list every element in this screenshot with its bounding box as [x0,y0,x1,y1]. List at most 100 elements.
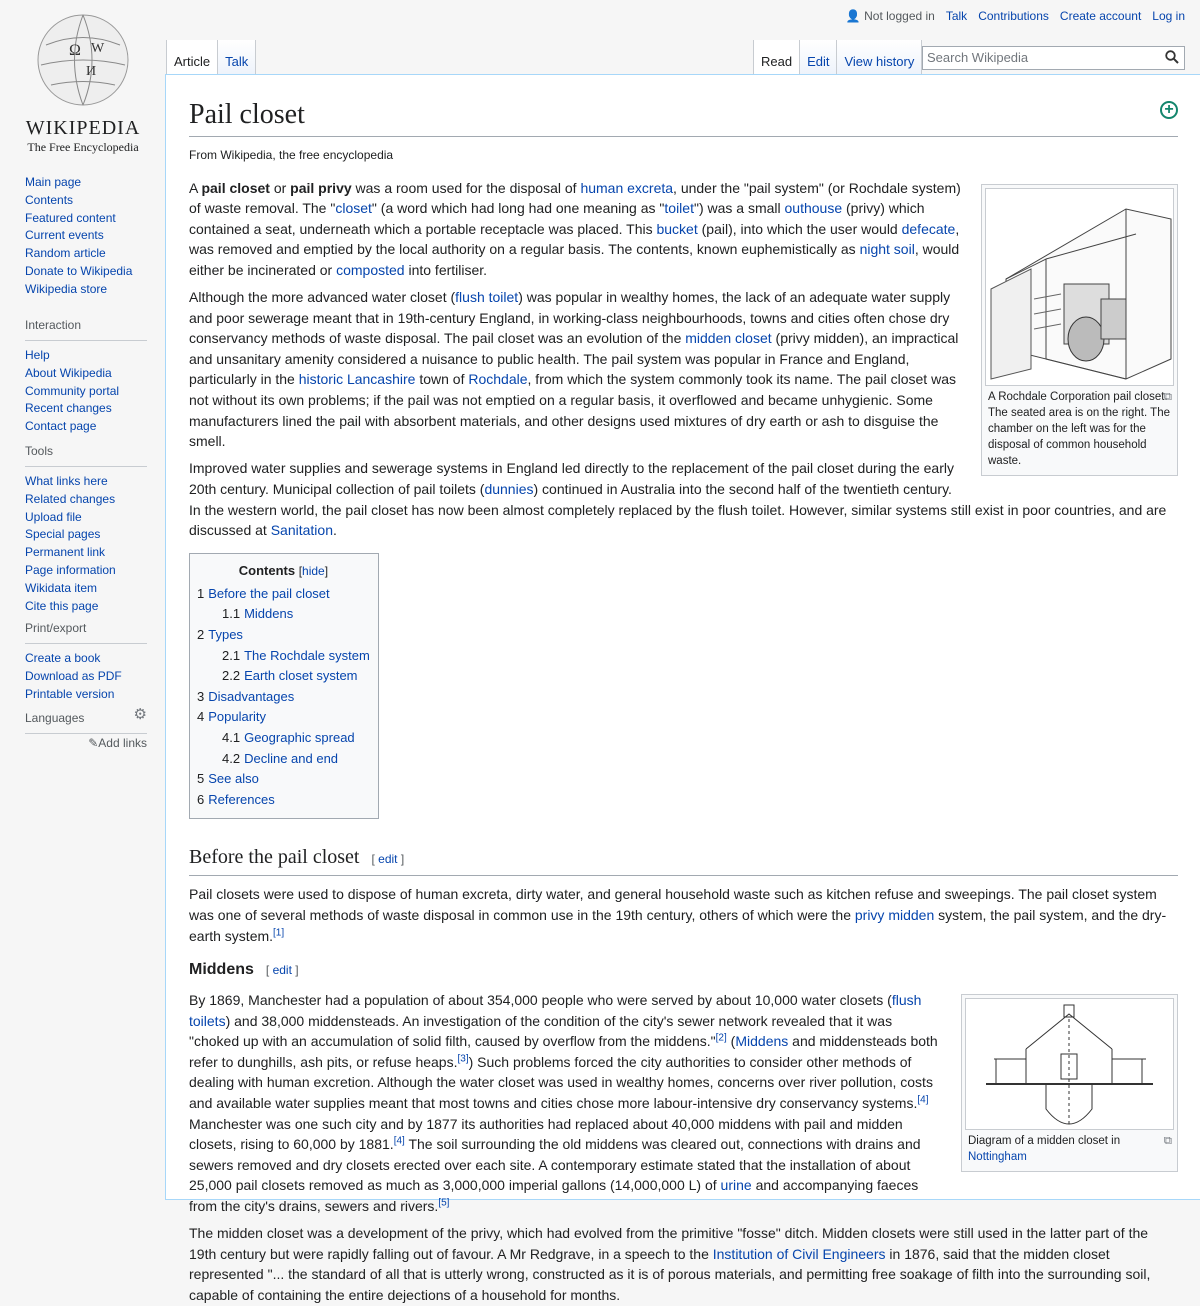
sidebar-item-printable-version[interactable]: Printable version [25,686,147,704]
toc-link[interactable]: Popularity [208,709,266,724]
toc-item-geographic-spread[interactable]: 4.1 Geographic spread [197,728,370,749]
toc-link[interactable]: Decline and end [244,751,338,766]
toc-item-the-rochdale-system[interactable]: 2.1 The Rochdale system [197,646,370,667]
toc-item-decline-and-end[interactable]: 4.2 Decline and end [197,749,370,770]
reference-2[interactable]: [2] [716,1033,727,1044]
link-human-excreta[interactable]: human excreta [580,180,673,196]
toc-link[interactable]: The Rochdale system [244,648,370,663]
toc-item-before-the-pail-closet[interactable]: 1 Before the pail closet [197,584,370,605]
tab-article[interactable]: Article [166,40,219,74]
sidebar-item-donate-to-wikipedia[interactable]: Donate to Wikipedia [25,263,147,281]
enlarge-icon[interactable]: ⧉ [1164,1133,1172,1149]
sidebar-item-wikipedia-store[interactable]: Wikipedia store [25,281,147,299]
toc-link[interactable]: Middens [244,606,293,621]
sidebar-item-cite-this-page[interactable]: Cite this page [25,598,147,616]
sidebar-item-about-wikipedia[interactable]: About Wikipedia [25,365,147,383]
edit-section-link[interactable]: edit [273,963,292,977]
sidebar-item-wikidata-item[interactable]: Wikidata item [25,580,147,598]
toc-item-references[interactable]: 6 References [197,790,370,811]
link-midden-closet[interactable]: midden closet [685,330,771,346]
reference-1[interactable]: [1] [273,927,284,938]
reference-4[interactable]: [4] [917,1094,928,1105]
sidebar-item-special-pages[interactable]: Special pages [25,526,147,544]
link-night-soil[interactable]: night soil [860,241,915,257]
text: was a room used for the disposal of [351,179,581,196]
search-input[interactable]: Search Wikipedia [922,46,1185,70]
midden-closet-diagram[interactable] [965,998,1174,1131]
link-flush-toilet[interactable]: flush toilet [455,289,518,305]
contributions-link[interactable]: Contributions [978,9,1049,23]
search-placeholder: Search Wikipedia [927,50,1029,65]
toc-hide-link[interactable]: hide [302,564,325,578]
toc-link[interactable]: See also [208,771,259,786]
tab-edit[interactable]: Edit [800,40,838,74]
link-institution-of-civil-engineers[interactable]: Institution of Civil Engineers [713,1246,886,1262]
reference-3[interactable]: [3] [457,1053,468,1064]
sidebar-item-upload-file[interactable]: Upload file [25,509,147,527]
reference-4[interactable]: [4] [394,1136,405,1147]
link-dunnies[interactable]: dunnies [484,481,533,497]
toc-item-disadvantages[interactable]: 3 Disadvantages [197,687,370,708]
add-topic-icon[interactable]: + [1160,101,1178,119]
wikipedia-logo[interactable]: Ω W И Wikipedia The Free Encyclopedia [22,10,144,154]
toc-link[interactable]: Geographic spread [244,730,355,745]
tab-view-history[interactable]: View history [837,40,923,74]
link-composted[interactable]: composted [336,262,404,278]
sidebar-item-related-changes[interactable]: Related changes [25,491,147,509]
tab-talk[interactable]: Talk [218,40,257,74]
toc-link[interactable]: References [208,792,274,807]
link-urine[interactable]: urine [721,1177,752,1193]
pail-closet-illustration[interactable] [985,187,1174,386]
add-links-button[interactable]: ✎Add links [25,736,147,750]
sidebar-item-community-portal[interactable]: Community portal [25,383,147,401]
toc-link[interactable]: Earth closet system [244,668,357,683]
link-privy-midden[interactable]: privy midden [855,907,934,923]
sidebar-item-random-article[interactable]: Random article [25,245,147,263]
not-logged-label: Not logged in [864,9,935,23]
link-rochdale[interactable]: Rochdale [468,371,527,387]
link-historic-lancashire[interactable]: historic Lancashire [299,371,416,387]
log-in-link[interactable]: Log in [1152,9,1185,23]
link-bucket[interactable]: bucket [656,221,697,237]
toc-item-earth-closet-system[interactable]: 2.2 Earth closet system [197,666,370,687]
toc-item-see-also[interactable]: 5 See also [197,769,370,790]
sidebar-item-page-information[interactable]: Page information [25,562,147,580]
sidebar-item-help[interactable]: Help [25,347,147,365]
gear-icon[interactable]: ⚙ [134,703,147,727]
link-outhouse[interactable]: outhouse [785,200,843,216]
toc-item-middens[interactable]: 1.1 Middens [197,604,370,625]
sidebar-item-what-links-here[interactable]: What links here [25,473,147,491]
toc-link[interactable]: Disadvantages [208,689,294,704]
sidebar-item-contact-page[interactable]: Contact page [25,418,147,436]
toc-link[interactable]: Types [208,627,243,642]
sidebar-item-current-events[interactable]: Current events [25,227,147,245]
toc-item-popularity[interactable]: 4 Popularity [197,707,370,728]
link-toilet[interactable]: toilet [664,200,694,216]
svg-text:W: W [91,41,105,56]
section-heading-before: Before the pail closet[ edit ] [189,843,1178,877]
link-sanitation[interactable]: Sanitation [271,522,333,538]
link-defecate[interactable]: defecate [902,221,956,237]
create-account-link[interactable]: Create account [1060,9,1141,23]
toc-link[interactable]: Before the pail closet [208,586,329,601]
sidebar-item-main-page[interactable]: Main page [25,174,147,192]
sidebar-item-contents[interactable]: Contents [25,192,147,210]
search-icon[interactable] [1165,50,1179,67]
toc-item-types[interactable]: 2 Types [197,625,370,646]
link-middens[interactable]: Middens [735,1033,788,1049]
sidebar-item-download-as-pdf[interactable]: Download as PDF [25,668,147,686]
sidebar-item-featured-content[interactable]: Featured content [25,210,147,228]
link-closet[interactable]: closet [335,200,372,216]
sidebar-item-recent-changes[interactable]: Recent changes [25,400,147,418]
talk-link[interactable]: Talk [946,9,967,23]
enlarge-icon[interactable]: ⧉ [1164,389,1172,405]
figure-caption: ⧉ A Rochdale Corporation pail closet. The… [985,386,1174,472]
sidebar-item-permanent-link[interactable]: Permanent link [25,544,147,562]
text: town of [415,371,469,388]
sidebar-item-create-a-book[interactable]: Create a book [25,650,147,668]
view-tabs: Read Edit View history [753,40,923,74]
nottingham-link[interactable]: Nottingham [968,1151,1027,1163]
edit-section-link[interactable]: edit [378,852,397,866]
tab-read[interactable]: Read [753,40,801,74]
reference-5[interactable]: [5] [438,1197,449,1208]
